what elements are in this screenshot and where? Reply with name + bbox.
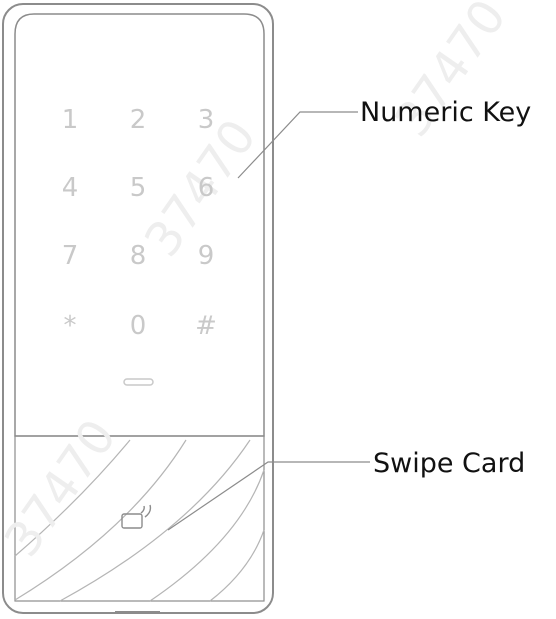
keypad-panel [14,13,265,437]
key-8[interactable]: 8 [130,241,147,271]
key-6[interactable]: 6 [198,173,215,203]
swipe-card-label: Swipe Card [373,448,525,479]
key-1[interactable]: 1 [62,105,79,135]
key-hash[interactable]: # [195,311,217,341]
key-7[interactable]: 7 [62,241,79,271]
numeric-key-label: Numeric Key [360,97,531,128]
device-diagram: 37470 37470 37470 1 2 3 4 5 6 7 8 9 * 0 … [0,0,531,614]
key-0[interactable]: 0 [130,311,147,341]
key-2[interactable]: 2 [130,105,147,135]
key-star[interactable]: * [64,311,77,341]
key-5[interactable]: 5 [130,173,147,203]
key-9[interactable]: 9 [198,241,215,271]
key-3[interactable]: 3 [198,105,215,135]
key-4[interactable]: 4 [62,173,79,203]
